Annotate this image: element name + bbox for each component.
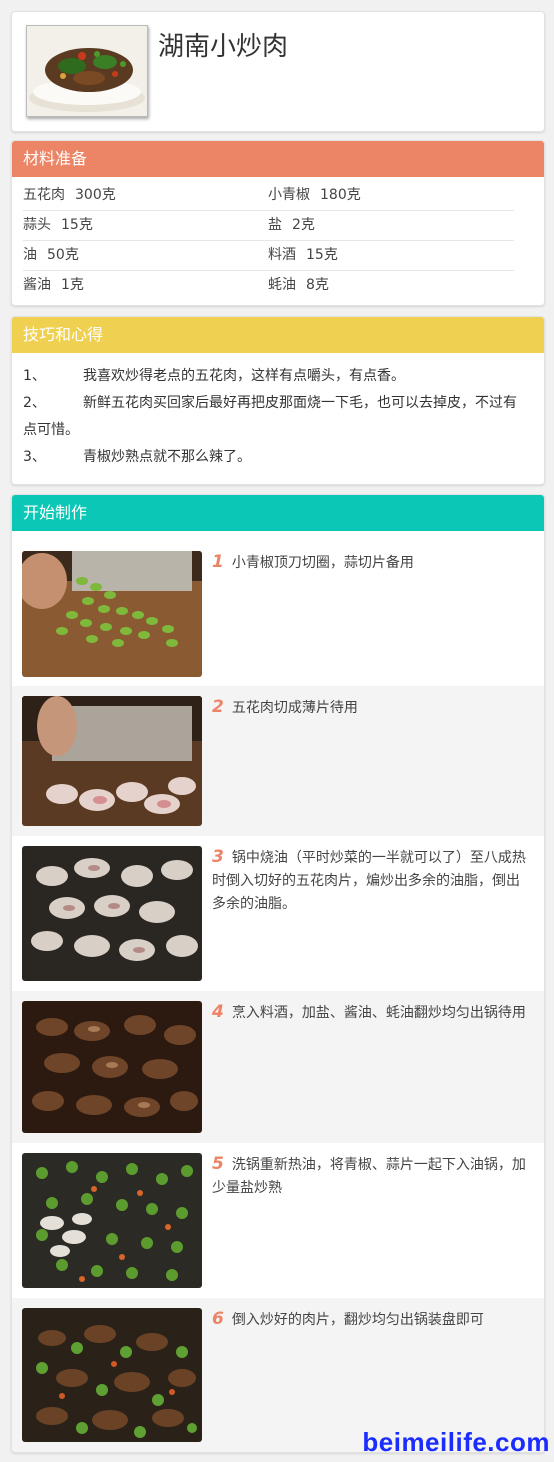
step-description: 3 锅中烧油（平时炒菜的一半就可以了）至八成热时倒入切好的五花肉片，煸炒出多余的油… <box>212 847 526 912</box>
step-photo[interactable] <box>22 696 202 826</box>
ingredient-item: 蒜头 15克 <box>23 217 93 233</box>
steps-heading: 开始制作 <box>12 495 544 531</box>
ingredient-row: 酱油 1克 蚝油 8克 <box>23 271 514 300</box>
step-number: 2 <box>212 697 224 717</box>
recipe-title: 湖南小炒肉 <box>158 32 289 62</box>
step-number: 5 <box>212 1154 224 1174</box>
ingredients-list: 五花肉 300克 小青椒 180克 蒜头 15克 盐 2克 油 50克 料酒 15克 酱油 1… <box>12 177 544 300</box>
ingredient-item: 料酒 15克 <box>268 247 338 263</box>
tips-list: 1、 我喜欢炒得老点的五花肉，这样有点嚼头，有点香。 2、 新鲜五花肉买回家后最好再… <box>12 353 544 471</box>
step-item: 3 锅中烧油（平时炒菜的一半就可以了）至八成热时倒入切好的五花肉片，煸炒出多余的油… <box>12 836 544 991</box>
steps-card: 开始制作 1 小青椒顶刀切圈，蒜切片备用 2 五花肉切成薄片待用 3 锅中烧油（… <box>11 494 545 1453</box>
step-description: 4 烹入料酒，加盐、酱油、蚝油翻炒均匀出锅待用 <box>212 1002 526 1022</box>
step-item: 2 五花肉切成薄片待用 <box>12 686 544 836</box>
step-description: 2 五花肉切成薄片待用 <box>212 697 358 717</box>
ingredients-card: 材料准备 五花肉 300克 小青椒 180克 蒜头 15克 盐 2克 油 50克 料酒 15… <box>11 140 545 306</box>
site-watermark: beimeilife.com <box>362 1427 550 1457</box>
step-photo[interactable] <box>22 846 202 981</box>
ingredient-item: 蚝油 8克 <box>268 277 329 293</box>
ingredient-row: 五花肉 300克 小青椒 180克 <box>23 181 514 211</box>
step-photo[interactable] <box>22 1308 202 1442</box>
step-number: 1 <box>212 552 224 572</box>
recipe-thumbnail[interactable] <box>26 25 148 117</box>
step-number: 4 <box>212 1002 224 1022</box>
ingredient-row: 油 50克 料酒 15克 <box>23 241 514 271</box>
step-description: 1 小青椒顶刀切圈，蒜切片备用 <box>212 552 414 572</box>
recipe-header-card: 湖南小炒肉 <box>11 11 545 132</box>
ingredient-item: 小青椒 180克 <box>268 187 361 203</box>
tip-item: 1、 我喜欢炒得老点的五花肉，这样有点嚼头，有点香。 <box>23 368 405 384</box>
ingredient-item: 酱油 1克 <box>23 277 84 293</box>
ingredient-item: 油 50克 <box>23 247 79 263</box>
ingredient-item: 盐 2克 <box>268 217 315 233</box>
tips-heading: 技巧和心得 <box>12 317 544 353</box>
step-item: 5 洗锅重新热油，将青椒、蒜片一起下入油锅，加少量盐炒熟 <box>12 1143 544 1298</box>
tips-card: 技巧和心得 1、 我喜欢炒得老点的五花肉，这样有点嚼头，有点香。 2、 新鲜五花肉买… <box>11 316 545 485</box>
step-item: 1 小青椒顶刀切圈，蒜切片备用 <box>12 531 544 686</box>
step-description: 6 倒入炒好的肉片，翻炒均匀出锅装盘即可 <box>212 1309 484 1329</box>
step-number: 6 <box>212 1309 224 1329</box>
step-photo[interactable] <box>22 1001 202 1133</box>
tip-item: 3、 青椒炒熟点就不那么辣了。 <box>23 449 251 465</box>
ingredient-row: 蒜头 15克 盐 2克 <box>23 211 514 241</box>
step-description: 5 洗锅重新热油，将青椒、蒜片一起下入油锅，加少量盐炒熟 <box>212 1154 526 1196</box>
step-photo[interactable] <box>22 551 202 677</box>
ingredient-item: 五花肉 300克 <box>23 187 116 203</box>
step-photo[interactable] <box>22 1153 202 1288</box>
tip-item: 2、 新鲜五花肉买回家后最好再把皮那面烧一下毛，也可以去掉皮，不过有点可惜。 <box>23 395 517 438</box>
step-number: 3 <box>212 847 224 867</box>
step-item: 4 烹入料酒，加盐、酱油、蚝油翻炒均匀出锅待用 <box>12 991 544 1143</box>
ingredients-heading: 材料准备 <box>12 141 544 177</box>
